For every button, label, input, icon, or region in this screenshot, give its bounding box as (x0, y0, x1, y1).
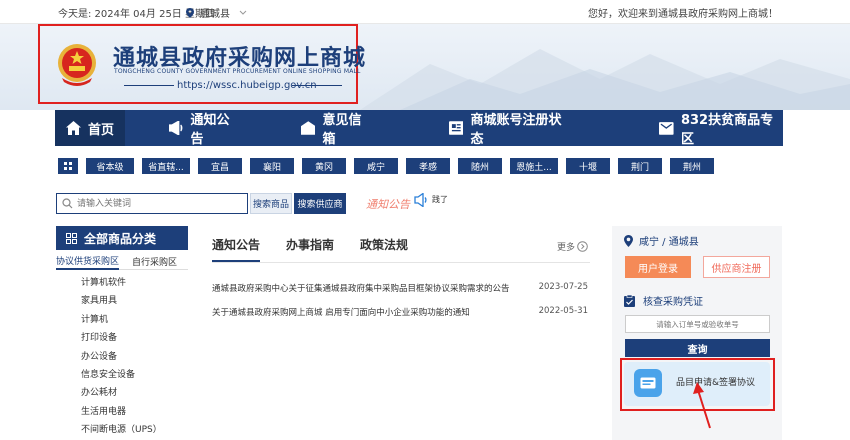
check-voucher-heading: 核查采购凭证 (624, 293, 703, 308)
location-label: 通城县 (200, 9, 230, 20)
order-number-input[interactable] (625, 315, 770, 333)
more-label: 更多 (557, 243, 576, 253)
notice-row[interactable]: 通城县政府采购中心关于征集通城县政府集中采购品目框架协议采购需求的公告 2023… (212, 282, 590, 294)
tab-policy[interactable]: 政策法规 (360, 236, 408, 262)
region-tag[interactable]: 孝感 (406, 158, 450, 174)
url-divider-right (292, 85, 342, 86)
user-login-button[interactable]: 用户登录 (625, 256, 691, 278)
nav-item-label: 通知公告 (190, 113, 230, 147)
circle-arrow-right-icon (577, 241, 588, 252)
region-tag[interactable]: 恩施土... (510, 158, 558, 174)
search-box (56, 193, 248, 214)
region-tag[interactable]: 随州 (458, 158, 502, 174)
nav-item-label: 商城账号注册状态 (470, 113, 562, 147)
nav-item-label: 832扶贫商品专区 (680, 113, 774, 147)
location-selector[interactable]: 通城县 (186, 5, 247, 20)
grid-menu-icon[interactable] (58, 158, 78, 174)
home-icon (65, 121, 81, 135)
site-subtitle: TONGCHENG COUNTY GOVERNMENT PROCUREMENT … (114, 68, 361, 75)
marquee-label: 通知公告 (366, 198, 410, 211)
region-tag[interactable]: 荆州 (670, 158, 714, 174)
notice-divider (212, 262, 590, 263)
speaker-icon (414, 193, 427, 207)
search-supplier-button[interactable]: 搜索供应商 (294, 193, 346, 214)
main-nav: 首页 通知公告 意见信箱 商城账号注册状态 832扶贫商品专区 (55, 110, 783, 147)
tab-guide[interactable]: 办事指南 (286, 236, 334, 262)
header-banner: 通城县政府采购网上商城 TONGCHENG COUNTY GOVERNMENT … (0, 24, 850, 110)
panel-location-label: 咸宁 / 通城县 (639, 237, 699, 248)
supplier-register-button[interactable]: 供应商注册 (703, 256, 770, 278)
register-icon (448, 121, 464, 135)
grid-icon (64, 162, 72, 170)
search-goods-button[interactable]: 搜索商品 (250, 193, 292, 214)
category-item[interactable]: 办公耗材 (81, 386, 162, 404)
region-tag[interactable]: 襄阳 (250, 158, 294, 174)
search-input[interactable] (77, 197, 242, 211)
category-item[interactable]: 家具用具 (81, 294, 162, 312)
category-header: 全部商品分类 (56, 226, 188, 250)
nav-item-feedback[interactable]: 意见信箱 (300, 110, 373, 147)
nav-item-register-status[interactable]: 商城账号注册状态 (448, 110, 572, 147)
notice-date: 2023-07-25 (538, 282, 588, 292)
notice-row[interactable]: 关于通城县政府采购网上商城 启用专门面向中小企业采购功能的通知 2022-05-… (212, 306, 590, 318)
region-tag[interactable]: 黄冈 (302, 158, 346, 174)
more-link[interactable]: 更多 (557, 240, 588, 253)
notice-title: 关于通城县政府采购网上商城 启用专门面向中小企业采购功能的通知 (212, 308, 470, 318)
search-icon (62, 198, 73, 209)
megaphone-icon (169, 121, 183, 135)
url-divider-left (124, 85, 174, 86)
notice-tabs: 通知公告 办事指南 政策法规 (212, 236, 408, 262)
check-voucher-title: 核查采购凭证 (643, 297, 703, 308)
nav-item-label: 首页 (87, 122, 114, 138)
panel-location: 咸宁 / 通城县 (624, 233, 699, 248)
category-item[interactable]: 生活用电器 (81, 405, 162, 423)
query-button[interactable]: 查询 (625, 339, 770, 357)
mailbox-icon (300, 121, 316, 135)
region-bar: 省本级 省直辖... 宜昌 襄阳 黄冈 咸宁 孝感 随州 恩施土... 十堰 荆… (58, 158, 714, 174)
annotation-arrow-icon (693, 382, 711, 429)
category-item[interactable]: 办公设备 (81, 350, 162, 368)
category-item[interactable]: 计算机软件 (81, 276, 162, 294)
category-title: 全部商品分类 (84, 231, 157, 246)
notice-title: 通城县政府采购中心关于征集通城县政府集中采购品目框架协议采购需求的公告 (212, 284, 510, 294)
region-tag[interactable]: 宜昌 (198, 158, 242, 174)
region-tag[interactable]: 咸宁 (354, 158, 398, 174)
site-logo[interactable]: 通城县政府采购网上商城 TONGCHENG COUNTY GOVERNMENT … (38, 24, 365, 104)
gift-icon (659, 122, 674, 135)
national-emblem-icon (58, 44, 96, 86)
welcome-text: 您好，欢迎来到通城县政府采购网上商城！ (588, 9, 778, 20)
nav-item-poverty-zone[interactable]: 832扶贫商品专区 (659, 110, 783, 147)
tab-notices[interactable]: 通知公告 (212, 236, 261, 262)
category-item[interactable]: 打印设备 (81, 331, 162, 349)
category-tabs: 协议供货采购区 自行采购区 (56, 252, 188, 270)
marquee-text[interactable]: 践了 (432, 194, 448, 205)
chevron-down-icon (239, 10, 247, 15)
category-list: 计算机软件 家具用具 计算机 打印设备 办公设备 信息安全设备 办公耗材 生活用… (81, 276, 162, 440)
category-item[interactable]: 计算机 (81, 313, 162, 331)
top-info-bar: 今天是: 2024年 04月 25日 星期四 通城县 您好，欢迎来到通城县政府采… (0, 0, 850, 24)
clipboard-check-icon (624, 294, 635, 307)
category-item[interactable]: 不间断电源（UPS） (81, 423, 162, 440)
notice-date: 2022-05-31 (538, 306, 588, 316)
region-tag[interactable]: 省本级 (86, 158, 134, 174)
location-pin-icon (186, 7, 194, 18)
tab-agreement-purchase[interactable]: 协议供货采购区 (56, 252, 120, 270)
region-tag[interactable]: 荆门 (618, 158, 662, 174)
category-grid-icon (66, 232, 77, 244)
location-pin-icon (624, 234, 633, 247)
tab-self-purchase[interactable]: 自行采购区 (132, 252, 177, 270)
nav-item-notices[interactable]: 通知公告 (169, 110, 241, 147)
nav-item-label: 意见信箱 (322, 113, 362, 147)
region-tag[interactable]: 十堰 (566, 158, 610, 174)
category-item[interactable]: 信息安全设备 (81, 368, 162, 386)
nav-item-home[interactable]: 首页 (55, 110, 125, 146)
region-tag[interactable]: 省直辖... (142, 158, 190, 174)
